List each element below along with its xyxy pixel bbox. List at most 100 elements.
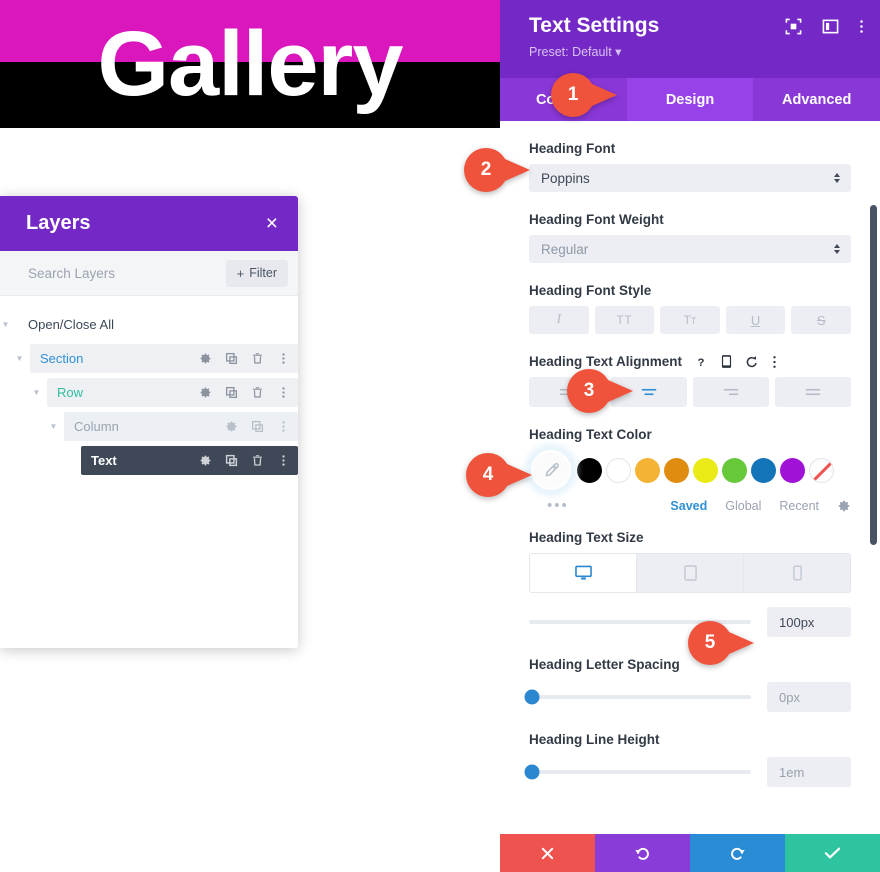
swatch-transparent[interactable]	[809, 457, 834, 483]
color-swatch-row	[529, 450, 851, 490]
swatch-purple[interactable]	[780, 457, 805, 483]
layers-tree: ▼ Open/Close All ▼ Section ▼ Row ▼ Colum…	[0, 296, 298, 475]
layer-row-section-body[interactable]: Section	[30, 344, 298, 373]
device-tab-phone[interactable]	[744, 554, 850, 592]
swatch-amber[interactable]	[635, 457, 660, 483]
swatch-orange[interactable]	[664, 457, 689, 483]
italic-icon[interactable]: I	[529, 306, 589, 334]
callout-5-number: 5	[688, 621, 732, 665]
device-tab-tablet[interactable]	[637, 554, 744, 592]
vertical-dots-icon[interactable]	[859, 18, 864, 35]
search-layers-input[interactable]	[26, 264, 210, 282]
layer-row-row-body[interactable]: Row	[47, 378, 298, 407]
select-arrows-icon	[834, 244, 840, 254]
tab-saved[interactable]: Saved	[670, 499, 707, 513]
layer-row-column[interactable]: ▼ Column	[0, 412, 298, 441]
swatch-blue[interactable]	[751, 457, 776, 483]
responsive-icon[interactable]	[721, 354, 732, 369]
cancel-button[interactable]	[500, 834, 595, 872]
align-justify-icon[interactable]	[775, 377, 851, 407]
undo-button[interactable]	[595, 834, 690, 872]
tab-advanced[interactable]: Advanced	[753, 78, 880, 121]
chevron-down-icon[interactable]: ▼	[48, 421, 59, 432]
reset-icon[interactable]	[745, 355, 759, 369]
vertical-dots-icon[interactable]	[277, 352, 290, 365]
layer-row-column-body[interactable]: Column	[64, 412, 298, 441]
trash-icon[interactable]	[251, 454, 264, 467]
chevron-down-icon: ▾	[615, 45, 622, 59]
color-picker-wrap	[529, 450, 573, 490]
field-heading-font: Heading Font Poppins	[529, 141, 851, 192]
trash-icon[interactable]	[251, 352, 264, 365]
gear-icon[interactable]	[199, 352, 212, 365]
heading-font-weight-select[interactable]: Regular	[529, 235, 851, 263]
swatch-white[interactable]	[606, 457, 631, 483]
duplicate-icon[interactable]	[251, 420, 264, 433]
duplicate-icon[interactable]	[225, 386, 238, 399]
gear-icon[interactable]	[837, 499, 851, 513]
field-heading-line-height: Heading Line Height 1em	[524, 732, 851, 787]
help-icon[interactable]: ?	[694, 355, 708, 369]
callout-2: 2	[464, 148, 530, 192]
heading-font-select[interactable]: Poppins	[529, 164, 851, 192]
uppercase-icon[interactable]: TT	[594, 306, 655, 334]
gear-icon[interactable]	[225, 420, 238, 433]
layer-row-section[interactable]: ▼ Section	[0, 344, 298, 373]
preset-selector[interactable]: Preset: Default ▾	[529, 44, 862, 59]
options-icon[interactable]	[772, 355, 777, 369]
vertical-dots-icon[interactable]	[277, 386, 290, 399]
gear-icon[interactable]	[199, 386, 212, 399]
eyedropper-icon[interactable]	[531, 450, 571, 490]
chevron-down-icon[interactable]: ▼	[0, 319, 11, 330]
focus-frame-icon[interactable]	[785, 18, 802, 35]
capitalize-icon[interactable]: TT	[660, 306, 720, 334]
layer-row-text-body[interactable]: Text	[81, 446, 298, 475]
underline-icon[interactable]: U	[725, 306, 786, 334]
heading-text-size-value[interactable]: 100px	[767, 607, 851, 637]
strikethrough-icon[interactable]: S	[791, 306, 851, 334]
desktop-icon	[574, 565, 592, 580]
trash-icon[interactable]	[251, 386, 264, 399]
heading-font-label: Heading Font	[529, 141, 616, 156]
tab-recent[interactable]: Recent	[779, 499, 819, 513]
align-right-icon[interactable]	[693, 377, 769, 407]
more-colors-icon[interactable]: •••	[547, 498, 569, 513]
swatch-green[interactable]	[722, 457, 747, 483]
undo-icon	[635, 847, 649, 860]
layer-row-actions	[225, 420, 290, 433]
chevron-down-icon[interactable]: ▼	[31, 387, 42, 398]
layer-row-row[interactable]: ▼ Row	[0, 378, 298, 407]
close-icon	[541, 847, 554, 859]
heading-line-height-slider[interactable]	[524, 764, 751, 780]
swatch-yellow[interactable]	[693, 457, 718, 483]
device-tab-desktop[interactable]	[530, 554, 637, 592]
callout-3: 3	[567, 369, 633, 413]
tab-global[interactable]: Global	[725, 499, 761, 513]
select-arrows-icon	[834, 173, 840, 183]
filter-button[interactable]: + Filter	[225, 259, 288, 287]
gear-icon[interactable]	[199, 454, 212, 467]
settings-scrollbar[interactable]	[870, 205, 877, 545]
layers-search-bar: + Filter	[0, 251, 298, 296]
duplicate-icon[interactable]	[225, 454, 238, 467]
vertical-dots-icon[interactable]	[277, 454, 290, 467]
duplicate-icon[interactable]	[225, 352, 238, 365]
panel-layout-icon[interactable]	[822, 18, 839, 35]
check-icon	[824, 847, 841, 859]
heading-font-value: Poppins	[541, 170, 590, 186]
swatch-black[interactable]	[577, 457, 602, 483]
heading-text-alignment-label-row: Heading Text Alignment ?	[529, 354, 851, 369]
font-style-button-group: I TT TT U S	[529, 306, 851, 334]
chevron-down-icon[interactable]: ▼	[14, 353, 25, 364]
tab-design[interactable]: Design	[626, 78, 754, 121]
heading-letter-spacing-value[interactable]: 0px	[767, 682, 851, 712]
layer-row-open-close-all[interactable]: ▼ Open/Close All	[0, 310, 298, 339]
close-icon[interactable]: ×	[266, 213, 278, 234]
vertical-dots-icon[interactable]	[277, 420, 290, 433]
redo-button[interactable]	[690, 834, 785, 872]
heading-line-height-value[interactable]: 1em	[767, 757, 851, 787]
heading-letter-spacing-slider[interactable]	[524, 689, 751, 705]
save-button[interactable]	[785, 834, 880, 872]
layer-row-text[interactable]: Text	[0, 446, 298, 475]
